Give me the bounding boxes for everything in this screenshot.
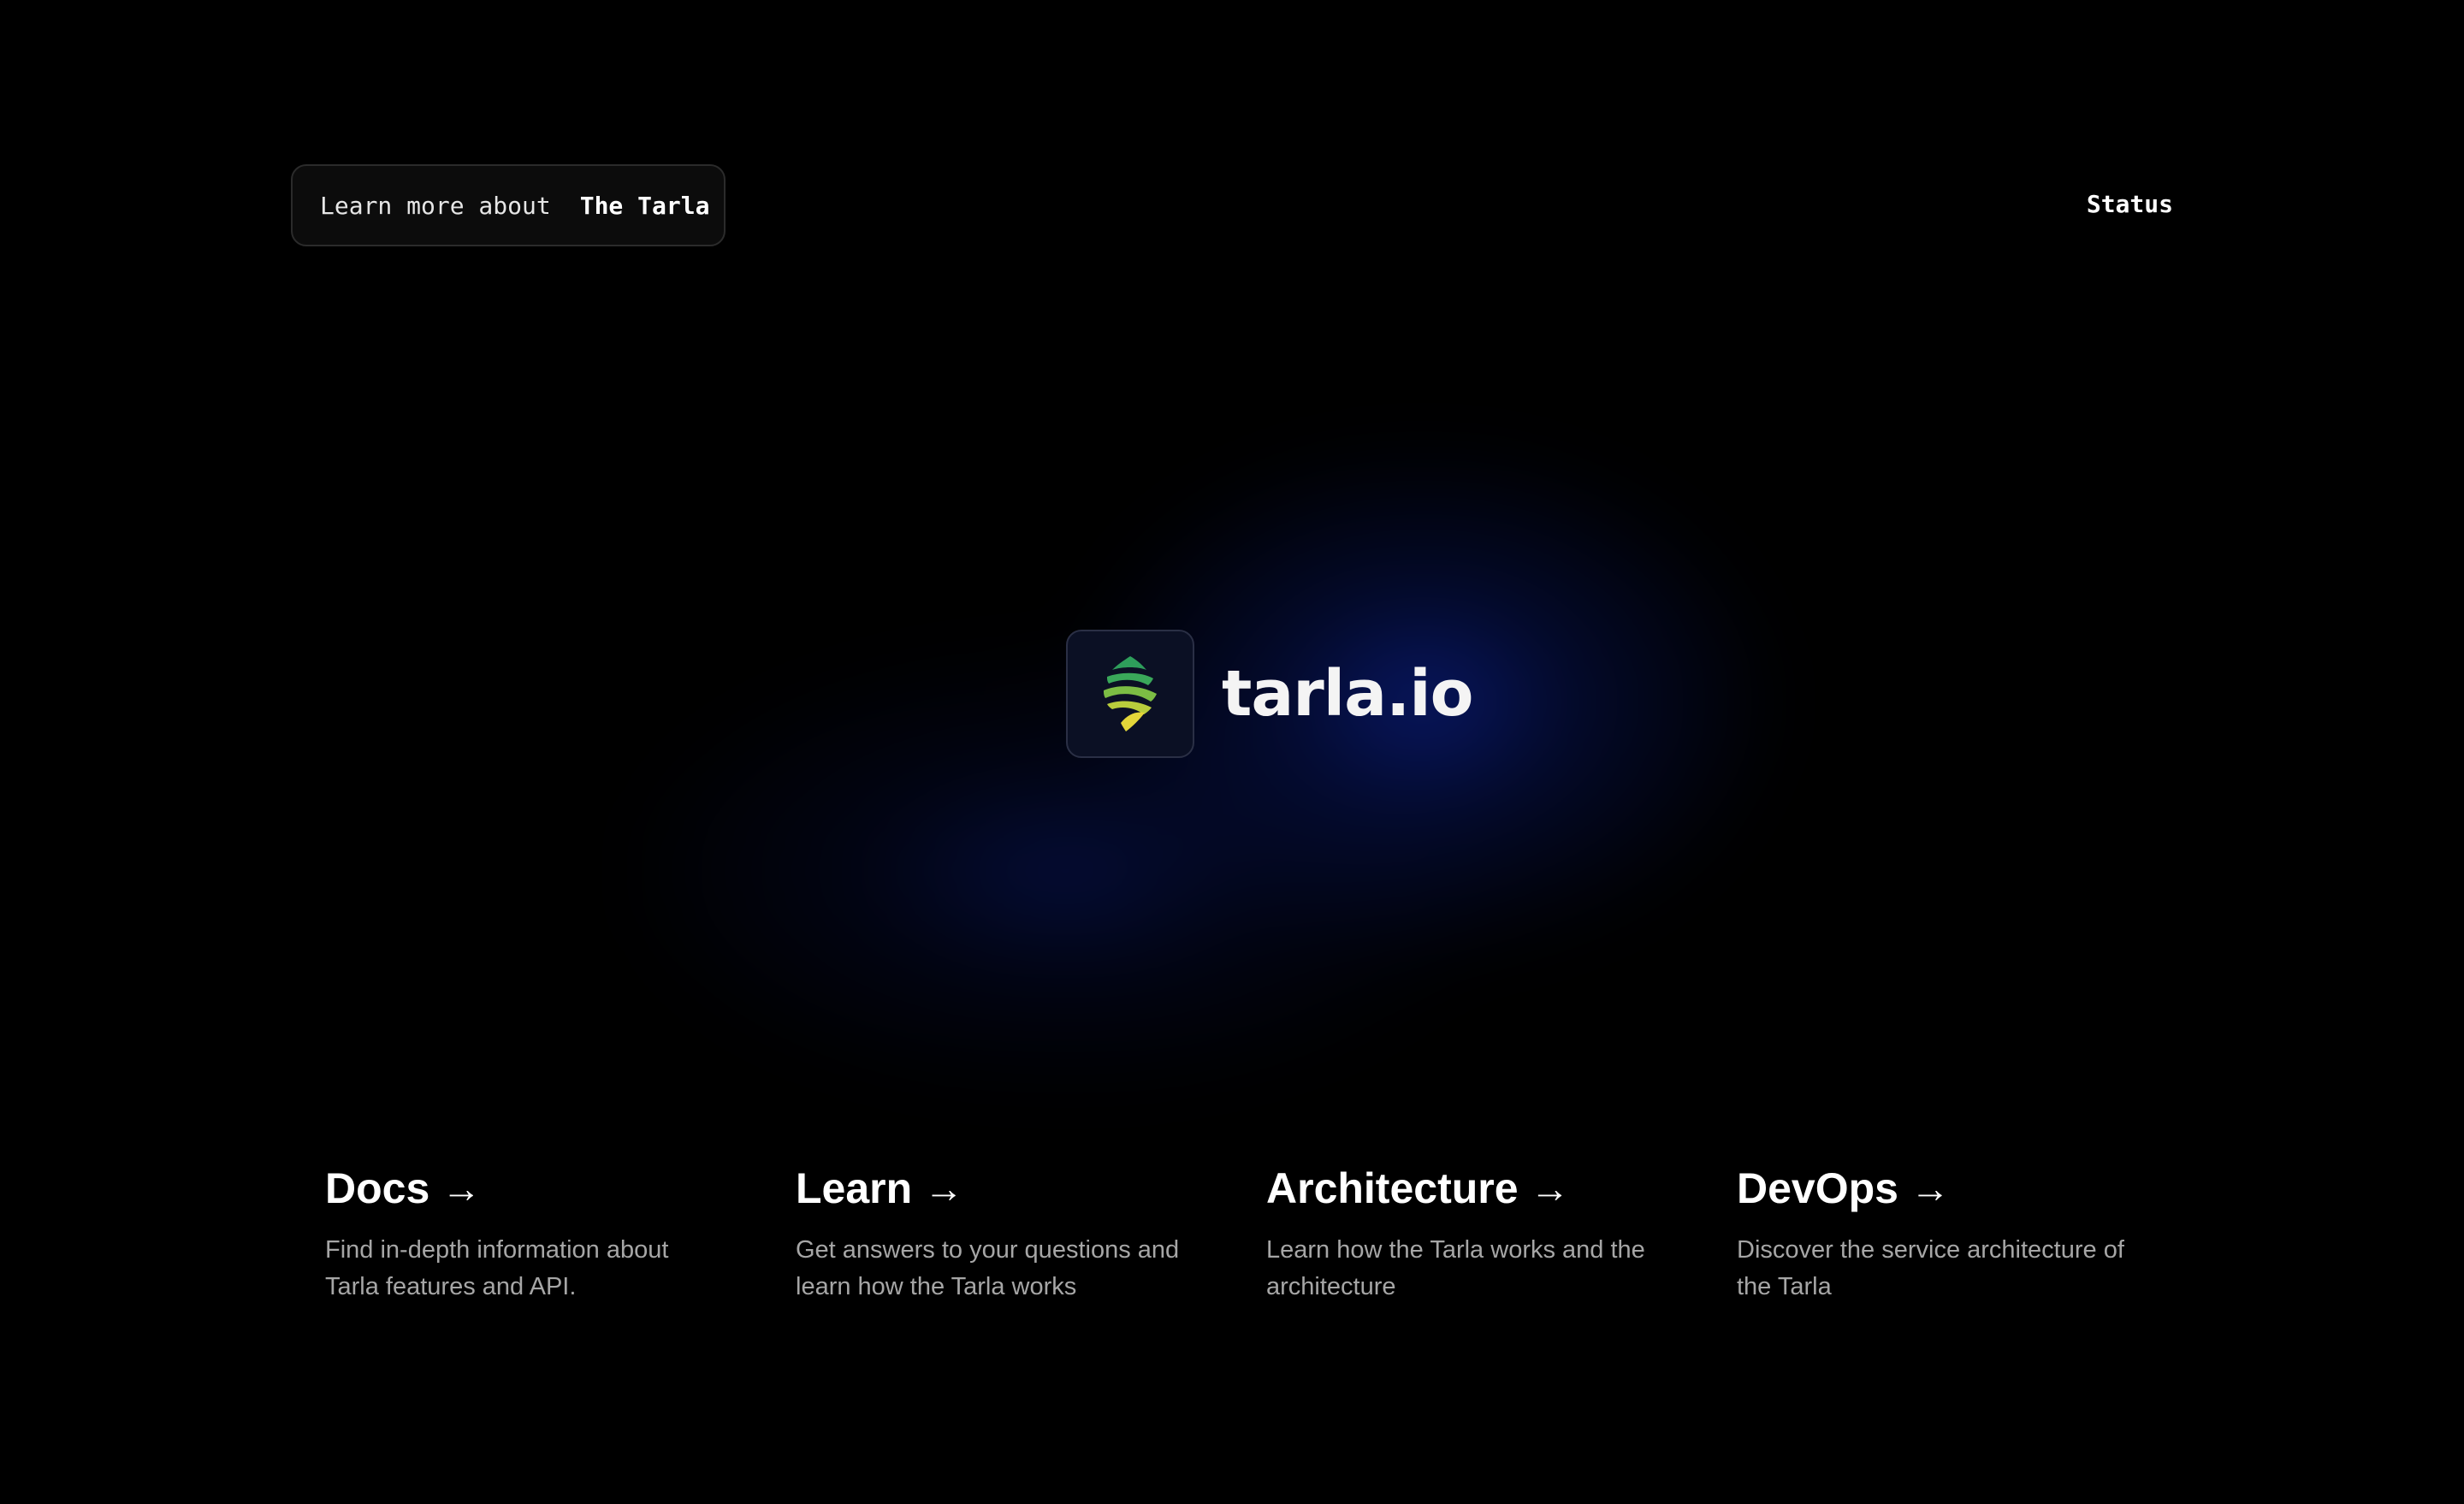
status-link[interactable]: Status — [2087, 190, 2173, 218]
card-title: Learn → — [796, 1164, 1266, 1213]
background-glow — [633, 394, 1831, 1164]
card-title-text: Learn — [796, 1164, 913, 1212]
learn-more-emphasis: The Tarla — [579, 191, 710, 220]
card-title: Architecture → — [1266, 1164, 1737, 1213]
card-title-text: DevOps — [1737, 1164, 1898, 1212]
card-devops[interactable]: DevOps → Discover the service architectu… — [1737, 1164, 2207, 1306]
card-architecture[interactable]: Architecture → Learn how the Tarla works… — [1266, 1164, 1737, 1306]
card-description: Discover the service architecture of the… — [1737, 1236, 2124, 1300]
feature-cards: Docs → Find in-depth information about T… — [325, 1164, 2207, 1306]
card-title: DevOps → — [1737, 1164, 2207, 1213]
card-description: Learn how the Tarla works and the archit… — [1266, 1236, 1645, 1300]
card-learn[interactable]: Learn → Get answers to your questions an… — [796, 1164, 1266, 1306]
arrow-right-icon: → — [441, 1166, 482, 1211]
learn-more-button[interactable]: Learn more about The Tarla — [291, 164, 726, 246]
card-title-text: Architecture — [1266, 1164, 1519, 1212]
brand-name: tarla.io — [1222, 657, 1473, 731]
arrow-right-icon: → — [924, 1166, 964, 1211]
arrow-right-icon: → — [1530, 1166, 1570, 1211]
logo-tile — [1066, 630, 1194, 758]
tarla-leaf-icon — [1104, 656, 1157, 731]
brand-logo: tarla.io — [1066, 630, 1473, 758]
card-description: Find in-depth information about Tarla fe… — [325, 1236, 669, 1300]
card-description: Get answers to your questions and learn … — [796, 1236, 1180, 1300]
learn-more-prefix: Learn more about — [320, 191, 551, 220]
card-docs[interactable]: Docs → Find in-depth information about T… — [325, 1164, 796, 1306]
card-title: Docs → — [325, 1164, 796, 1213]
card-title-text: Docs — [325, 1164, 430, 1212]
arrow-right-icon: → — [1910, 1166, 1950, 1211]
